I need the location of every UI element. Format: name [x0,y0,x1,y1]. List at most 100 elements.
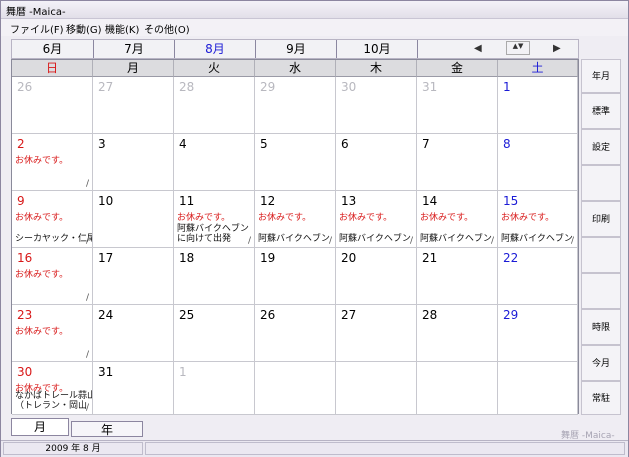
day-cell[interactable]: 31 [417,77,498,134]
month-tab-aug[interactable]: 8月 [175,40,256,58]
day-cell[interactable]: 31 [93,362,174,415]
resize-mark: / [409,236,413,246]
side-button[interactable]: 今月 [581,345,621,381]
day-cell[interactable] [336,362,417,415]
weekday-header: 土 [498,60,578,77]
day-cell[interactable]: 28 [174,77,255,134]
day-cell[interactable]: 16 お休みです。 / [12,248,93,305]
day-cell[interactable]: 30 [336,77,417,134]
tab-month[interactable]: 月 [11,418,69,436]
day-cell[interactable]: 28 [417,305,498,362]
day-cell[interactable]: 1 [174,362,255,415]
month-tab-oct[interactable]: 10月 [337,40,418,58]
side-button-empty[interactable] [581,165,621,201]
day-cell[interactable]: 29 [498,305,578,362]
event-text: 阿蘇バイクヘブン [339,234,411,244]
day-cell[interactable]: 10 [93,191,174,248]
day-cell[interactable]: 26 [12,77,93,134]
menu-bar: ファイル(F) 移動(G) 機能(K) その他(O) [1,19,628,36]
prev-month-icon[interactable]: ◀ [474,40,482,58]
day-cell[interactable] [417,362,498,415]
day-cell[interactable]: 4 [174,134,255,191]
day-cell[interactable]: 6 [336,134,417,191]
menu-other[interactable]: その他(O) [144,21,190,36]
menu-file[interactable]: ファイル(F) [10,21,64,36]
day-number: 12 [260,194,276,208]
menu-function[interactable]: 機能(K) [105,21,139,36]
day-cell[interactable]: 18 [174,248,255,305]
calendar-grid: 日月火水木金土 26 27 28 29 30 31 1 2 お休みです。/3 4 5 6 7 8 9 お休みです… [11,59,579,415]
day-number: 8 [503,137,511,151]
day-number: 9 [17,194,25,208]
day-cell[interactable]: 2 お休みです。 / [12,134,93,191]
side-button-empty[interactable] [581,273,621,309]
next-month-icon[interactable]: ▶ [553,40,561,58]
day-cell[interactable]: 7 [417,134,498,191]
month-tab-sep[interactable]: 9月 [256,40,337,58]
status-panel [145,442,625,455]
day-cell[interactable]: 29 [255,77,336,134]
day-number: 14 [422,194,438,208]
day-cell[interactable]: 20 [336,248,417,305]
day-cell[interactable]: 25 [174,305,255,362]
window-title: 舞暦 -Maica- [6,7,66,18]
side-button[interactable]: 印刷 [581,201,621,237]
month-spinner-icon[interactable]: ▲▼ [506,41,530,55]
event-text: 阿蘇バイクヘブン [420,234,492,244]
day-cell[interactable]: 3 [93,134,174,191]
weekday-header: 金 [417,60,498,77]
day-number: 13 [341,194,357,208]
day-number: 1 [179,365,187,379]
menu-move[interactable]: 移動(G) [66,21,102,36]
day-cell[interactable]: 12 お休みです。 阿蘇バイクヘブン / [255,191,336,248]
day-number: 24 [98,308,114,322]
status-bar: 2009 年 8 月 [1,440,628,457]
day-cell[interactable]: 14 お休みです。 阿蘇バイクヘブン / [417,191,498,248]
day-cell[interactable]: 11 お休みです。 阿蘇バイクヘブン に向けて出発 / [174,191,255,248]
title-bar: 舞暦 -Maica- [1,1,628,19]
day-cell[interactable]: 26 [255,305,336,362]
side-button[interactable]: 常駐 [581,381,621,415]
side-button[interactable]: 標準 [581,93,621,129]
status-date: 2009 年 8 月 [3,442,143,455]
tab-year[interactable]: 年 [71,421,143,437]
resize-mark: / [85,350,89,360]
day-cell[interactable]: 15 お休みです。 阿蘇バイクヘブン / [498,191,578,248]
month-tab-jun[interactable]: 6月 [12,40,94,58]
day-cell[interactable]: 1 [498,77,578,134]
weekday-header: 木 [336,60,417,77]
day-cell[interactable]: 19 [255,248,336,305]
day-number: 19 [260,251,276,265]
side-button[interactable]: 設定 [581,129,621,165]
side-button[interactable]: 年月 [581,59,621,93]
side-button[interactable]: 時限 [581,309,621,345]
day-cell[interactable]: 9 お休みです。 シーカヤック・仁尾 / [12,191,93,248]
day-number: 4 [179,137,187,151]
resize-mark: / [85,293,89,303]
day-number: 15 [503,194,519,208]
day-cell[interactable]: 17 [93,248,174,305]
resize-mark: / [85,179,89,189]
holiday-note: お休みです。 [15,156,69,166]
day-cell[interactable]: 27 [336,305,417,362]
day-number: 27 [341,308,357,322]
month-tab-jul[interactable]: 7月 [94,40,175,58]
day-number: 6 [341,137,349,151]
day-cell[interactable]: 13 お休みです。 阿蘇バイクヘブン / [336,191,417,248]
day-cell[interactable] [498,362,578,415]
day-cell[interactable]: 23 お休みです。 / [12,305,93,362]
day-cell[interactable]: 5 [255,134,336,191]
resize-mark: / [85,403,89,413]
day-number: 21 [422,251,438,265]
side-button-empty[interactable] [581,237,621,273]
weekday-header: 火 [174,60,255,77]
day-cell[interactable]: 30 お休みです。 なかばトレール蒜山 （トレラン・岡山 / [12,362,93,415]
day-cell[interactable]: 22 [498,248,578,305]
day-cell[interactable]: 27 [93,77,174,134]
holiday-note: お休みです。 [15,270,69,280]
day-cell[interactable]: 24 [93,305,174,362]
day-cell[interactable]: 21 [417,248,498,305]
resize-mark: / [490,236,494,246]
day-cell[interactable]: 8 [498,134,578,191]
day-cell[interactable] [255,362,336,415]
